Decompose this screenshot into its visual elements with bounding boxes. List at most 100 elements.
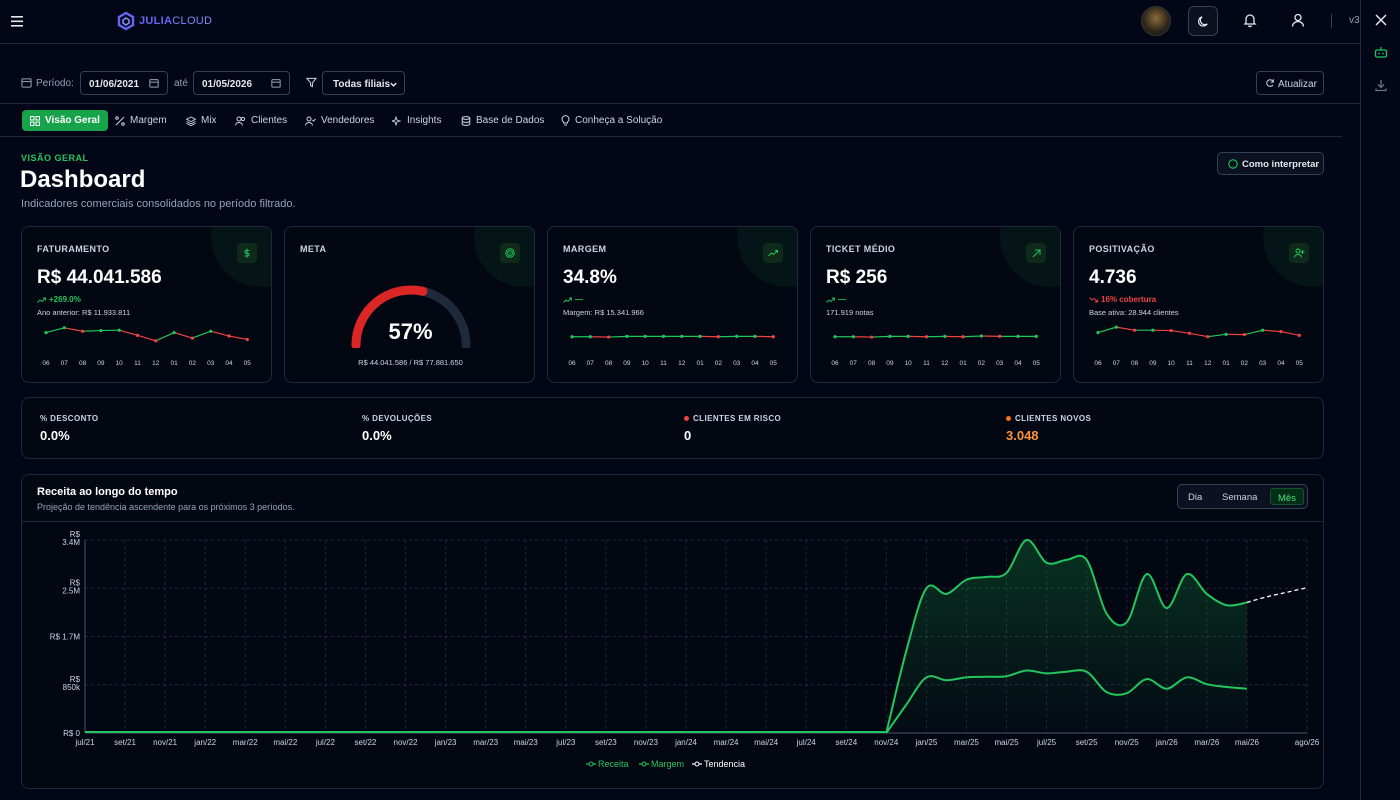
sparkline-point (1279, 329, 1283, 334)
month-tick: 04 (1014, 360, 1022, 367)
theme-toggle-button[interactable] (1188, 6, 1218, 36)
sparkline-point (1297, 333, 1301, 337)
sparkline-point (771, 335, 775, 339)
kpi-month-axis: 06 07 08 09 10 11 12 01 02 03 04 05 (811, 360, 1060, 370)
x-tick-label: nov/23 (634, 738, 659, 747)
kpi-card-ticket-medio: TICKET MÉDIO R$ 256 — 171.919 notas 06 07… (810, 226, 1061, 383)
stat-label: CLIENTES EM RISCO (693, 414, 782, 423)
x-tick-label: mai/26 (1235, 738, 1260, 747)
logo-text: JULIACLOUD (139, 15, 213, 27)
download-icon[interactable] (1374, 78, 1388, 92)
granularity-dia[interactable]: Dia (1181, 488, 1209, 505)
month-tick: 10 (904, 360, 912, 367)
sparkline-point (1242, 333, 1246, 337)
close-icon[interactable] (1374, 13, 1388, 27)
period-label: Período: (36, 78, 74, 89)
tab-vendedores[interactable]: Vendedores (297, 110, 382, 131)
sparkline-segment (1244, 329, 1263, 336)
tab-margem[interactable]: Margem (107, 110, 175, 131)
month-tick: 06 (831, 360, 839, 367)
stat-desconto: % DESCONTO 0.0% (40, 414, 99, 443)
sparkline-point (961, 335, 965, 339)
user-icon[interactable] (1290, 12, 1306, 28)
sparkline-point (172, 331, 176, 335)
date-from-field[interactable]: 01/06/2021 (80, 71, 168, 95)
sparkline-segment (210, 330, 230, 337)
x-tick-label: set/22 (355, 738, 377, 747)
bot-icon[interactable] (1374, 45, 1388, 59)
how-to-interpret-button[interactable]: Como interpretar (1217, 152, 1324, 175)
x-tick-label: jan/24 (674, 738, 697, 747)
tab-visao-geral[interactable]: Visão Geral (22, 110, 108, 131)
avatar[interactable] (1141, 6, 1171, 36)
tab-insights[interactable]: Insights (384, 110, 449, 131)
month-tick: 08 (867, 360, 876, 367)
grid-icon (30, 115, 40, 126)
month-tick: 02 (188, 360, 197, 367)
x-tick-label: mar/22 (233, 738, 258, 747)
filter-bar: Período: 01/06/2021 até 01/05/2026 Todas… (0, 44, 1360, 104)
tab-conheca-a-solucao[interactable]: Conheça a Solução (553, 110, 670, 131)
month-tick: 10 (115, 360, 123, 367)
trend-up-icon (768, 250, 778, 257)
page-subtitle: Indicadores comerciais consolidados no p… (21, 198, 296, 210)
sparkline-point (588, 335, 592, 339)
branch-select[interactable]: Todas filiais (322, 71, 405, 95)
sparkline-point (1187, 331, 1192, 335)
sparkline-segment (871, 335, 890, 338)
sparkline-segment (1207, 333, 1227, 338)
calendar-icon (21, 78, 32, 88)
legend-marker (694, 761, 700, 767)
x-tick-label: nov/24 (874, 738, 899, 747)
date-to-value: 01/05/2026 (202, 79, 253, 90)
tab-base-de-dados[interactable]: Base de Dados (453, 110, 552, 131)
sparkline-point (81, 329, 85, 333)
month-tick: 09 (97, 360, 105, 367)
sparkline-point (851, 335, 855, 339)
granularity-toggle: Dia Semana Mês (1177, 484, 1308, 509)
month-tick: 11 (134, 360, 141, 367)
kpi-label: FATURAMENTO (37, 244, 110, 254)
x-tick-label: mai/24 (754, 738, 779, 747)
x-tick-label: jan/25 (914, 738, 937, 747)
date-to-field[interactable]: 01/05/2026 (193, 71, 290, 95)
tab-mix[interactable]: Mix (178, 110, 225, 131)
arrow-up-right-icon (1032, 249, 1040, 257)
trend-up-icon (37, 297, 46, 303)
date-from-value: 01/06/2021 (89, 79, 140, 90)
tab-clientes[interactable]: Clientes (227, 110, 295, 131)
sparkline-point (135, 333, 140, 337)
sparkline-point (154, 339, 158, 343)
month-tick: 01 (959, 360, 967, 367)
stat-clientes-novos: CLIENTES NOVOS 3.048 (1006, 414, 1091, 443)
sparkline-point (1096, 331, 1100, 335)
sparkline-segment (45, 327, 65, 334)
kpi-delta-value: — (575, 295, 583, 304)
sparkles-icon (392, 115, 402, 126)
logo[interactable]: JULIACLOUD (116, 11, 212, 31)
granularity-semana[interactable]: Semana (1215, 488, 1264, 505)
menu-icon[interactable] (10, 12, 26, 30)
refresh-button[interactable]: Atualizar (1256, 71, 1324, 95)
bell-icon[interactable] (1242, 12, 1258, 28)
calendar-icon (271, 79, 281, 88)
kpi-delta: — (826, 295, 846, 304)
stats-row: % DESCONTO 0.0% % DEVOLUÇÕES 0.0% CLIENTES… (21, 397, 1324, 459)
sparkline-point (117, 328, 121, 332)
layers-icon (186, 115, 196, 126)
divider (22, 521, 1323, 522)
month-tick: 08 (1130, 360, 1139, 367)
kpi-delta: — (563, 295, 583, 304)
sparkline-point (1169, 328, 1173, 333)
kpi-month-axis: 06 07 08 09 10 11 12 01 02 03 04 05 (1074, 360, 1323, 370)
sparkline-segment (64, 327, 83, 332)
x-tick-label: set/23 (595, 738, 617, 747)
sparkline-point (62, 326, 66, 330)
tab-label: Clientes (251, 115, 288, 126)
granularity-mes[interactable]: Mês (1270, 488, 1304, 505)
stat-value: 0 (684, 428, 692, 443)
sparkline-point (753, 334, 757, 338)
sparkline-point (1261, 328, 1265, 332)
chevron-down-icon (390, 82, 397, 87)
kpi-note: 171.919 notas (826, 308, 874, 317)
